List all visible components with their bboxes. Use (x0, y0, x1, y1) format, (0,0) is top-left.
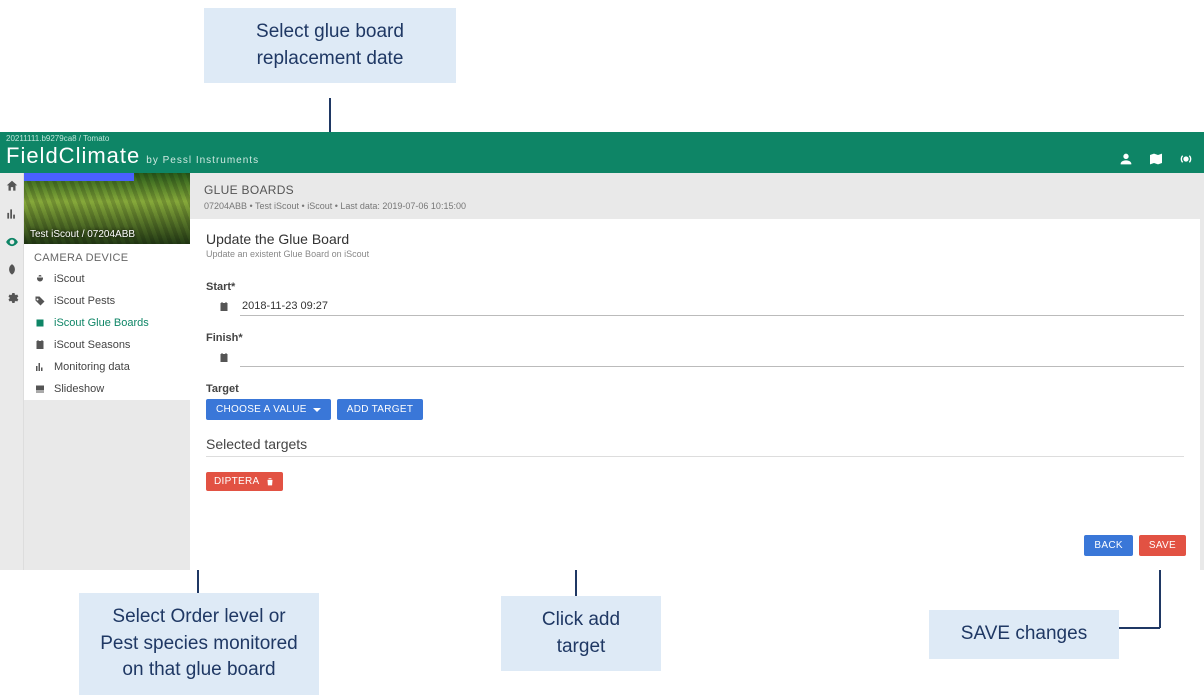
tag-icon (34, 295, 46, 307)
stats-icon[interactable] (5, 207, 19, 221)
callout-bottom-mid: Click add target (501, 596, 661, 671)
logo: FieldClimate by Pessl Instruments (6, 143, 259, 169)
save-button[interactable]: SAVE (1139, 535, 1186, 556)
device-image: Test iScout / 07204ABB (24, 173, 190, 244)
sidebar-item-slideshow[interactable]: Slideshow (24, 378, 190, 400)
finish-label: Finish* (206, 332, 1184, 344)
page-title: GLUE BOARDS (190, 173, 1200, 201)
add-target-button[interactable]: ADD TARGET (337, 399, 424, 420)
bug-icon (34, 273, 46, 285)
sidebar-item-monitoring[interactable]: Monitoring data (24, 356, 190, 378)
slides-icon (34, 383, 46, 395)
map-icon[interactable] (1148, 151, 1164, 167)
start-input[interactable] (240, 297, 1184, 316)
app-window: 20211111.b9279ca8 / Tomato FieldClimate … (0, 132, 1204, 570)
sidebar: Test iScout / 07204ABB CAMERA DEVICE iSc… (24, 173, 190, 400)
breadcrumb: 07204ABB • Test iScout • iScout • Last d… (190, 201, 1200, 219)
calendar-icon (218, 352, 230, 364)
start-label: Start* (206, 281, 1184, 293)
finish-input[interactable] (240, 348, 1184, 367)
callout-bottom-left: Select Order level or Pest species monit… (79, 593, 319, 695)
card-title: Update the Glue Board (206, 231, 1184, 247)
main-panel: GLUE BOARDS 07204ABB • Test iScout • iSc… (190, 173, 1200, 570)
trash-icon (265, 477, 275, 487)
user-icon[interactable] (1118, 151, 1134, 167)
build-line: 20211111.b9279ca8 / Tomato (6, 134, 109, 143)
calendar-icon (218, 301, 230, 313)
sidebar-item-seasons[interactable]: iScout Seasons (24, 334, 190, 356)
device-status-badge (24, 173, 134, 181)
target-chip-label: DIPTERA (214, 476, 259, 487)
logo-sub: by Pessl Instruments (146, 155, 259, 166)
sidebar-item-iscout[interactable]: iScout (24, 268, 190, 290)
sidebar-item-label: Slideshow (54, 383, 104, 395)
sidebar-item-label: iScout (54, 273, 85, 285)
logo-main: FieldClimate (6, 143, 140, 169)
device-caption: Test iScout / 07204ABB (30, 229, 135, 240)
plant-icon[interactable] (5, 263, 19, 277)
choose-value-button[interactable]: CHOOSE A VALUE (206, 399, 331, 420)
sidebar-item-label: iScout Glue Boards (54, 317, 149, 329)
back-button[interactable]: BACK (1084, 535, 1132, 556)
callout-top: Select glue board replacement date (204, 8, 456, 83)
gear-icon[interactable] (5, 291, 19, 305)
form-card: Update the Glue Board Update an existent… (190, 219, 1200, 570)
home-icon[interactable] (5, 179, 19, 193)
left-rail (0, 173, 24, 570)
target-button-row: CHOOSE A VALUE ADD TARGET (206, 399, 1184, 420)
sidebar-item-label: iScout Seasons (54, 339, 130, 351)
card-subtitle: Update an existent Glue Board on iScout (206, 249, 1184, 259)
selected-targets-title: Selected targets (206, 436, 1184, 457)
broadcast-icon[interactable] (1178, 151, 1194, 167)
sidebar-item-label: Monitoring data (54, 361, 130, 373)
card-footer: BACK SAVE (1084, 535, 1186, 556)
sidebar-item-glue-boards[interactable]: iScout Glue Boards (24, 312, 190, 334)
topbar: 20211111.b9279ca8 / Tomato FieldClimate … (0, 132, 1204, 173)
sidebar-section-title: CAMERA DEVICE (24, 244, 190, 268)
square-icon (34, 317, 46, 329)
target-chip[interactable]: DIPTERA (206, 472, 283, 491)
eye-icon[interactable] (5, 235, 19, 249)
calendar-icon (34, 339, 46, 351)
topbar-icons (1118, 151, 1194, 169)
chart-icon (34, 361, 46, 373)
sidebar-item-pests[interactable]: iScout Pests (24, 290, 190, 312)
start-field-row (206, 297, 1184, 316)
sidebar-item-label: iScout Pests (54, 295, 115, 307)
finish-field-row (206, 348, 1184, 367)
target-label: Target (206, 383, 1184, 395)
callout-bottom-right: SAVE changes (929, 610, 1119, 659)
